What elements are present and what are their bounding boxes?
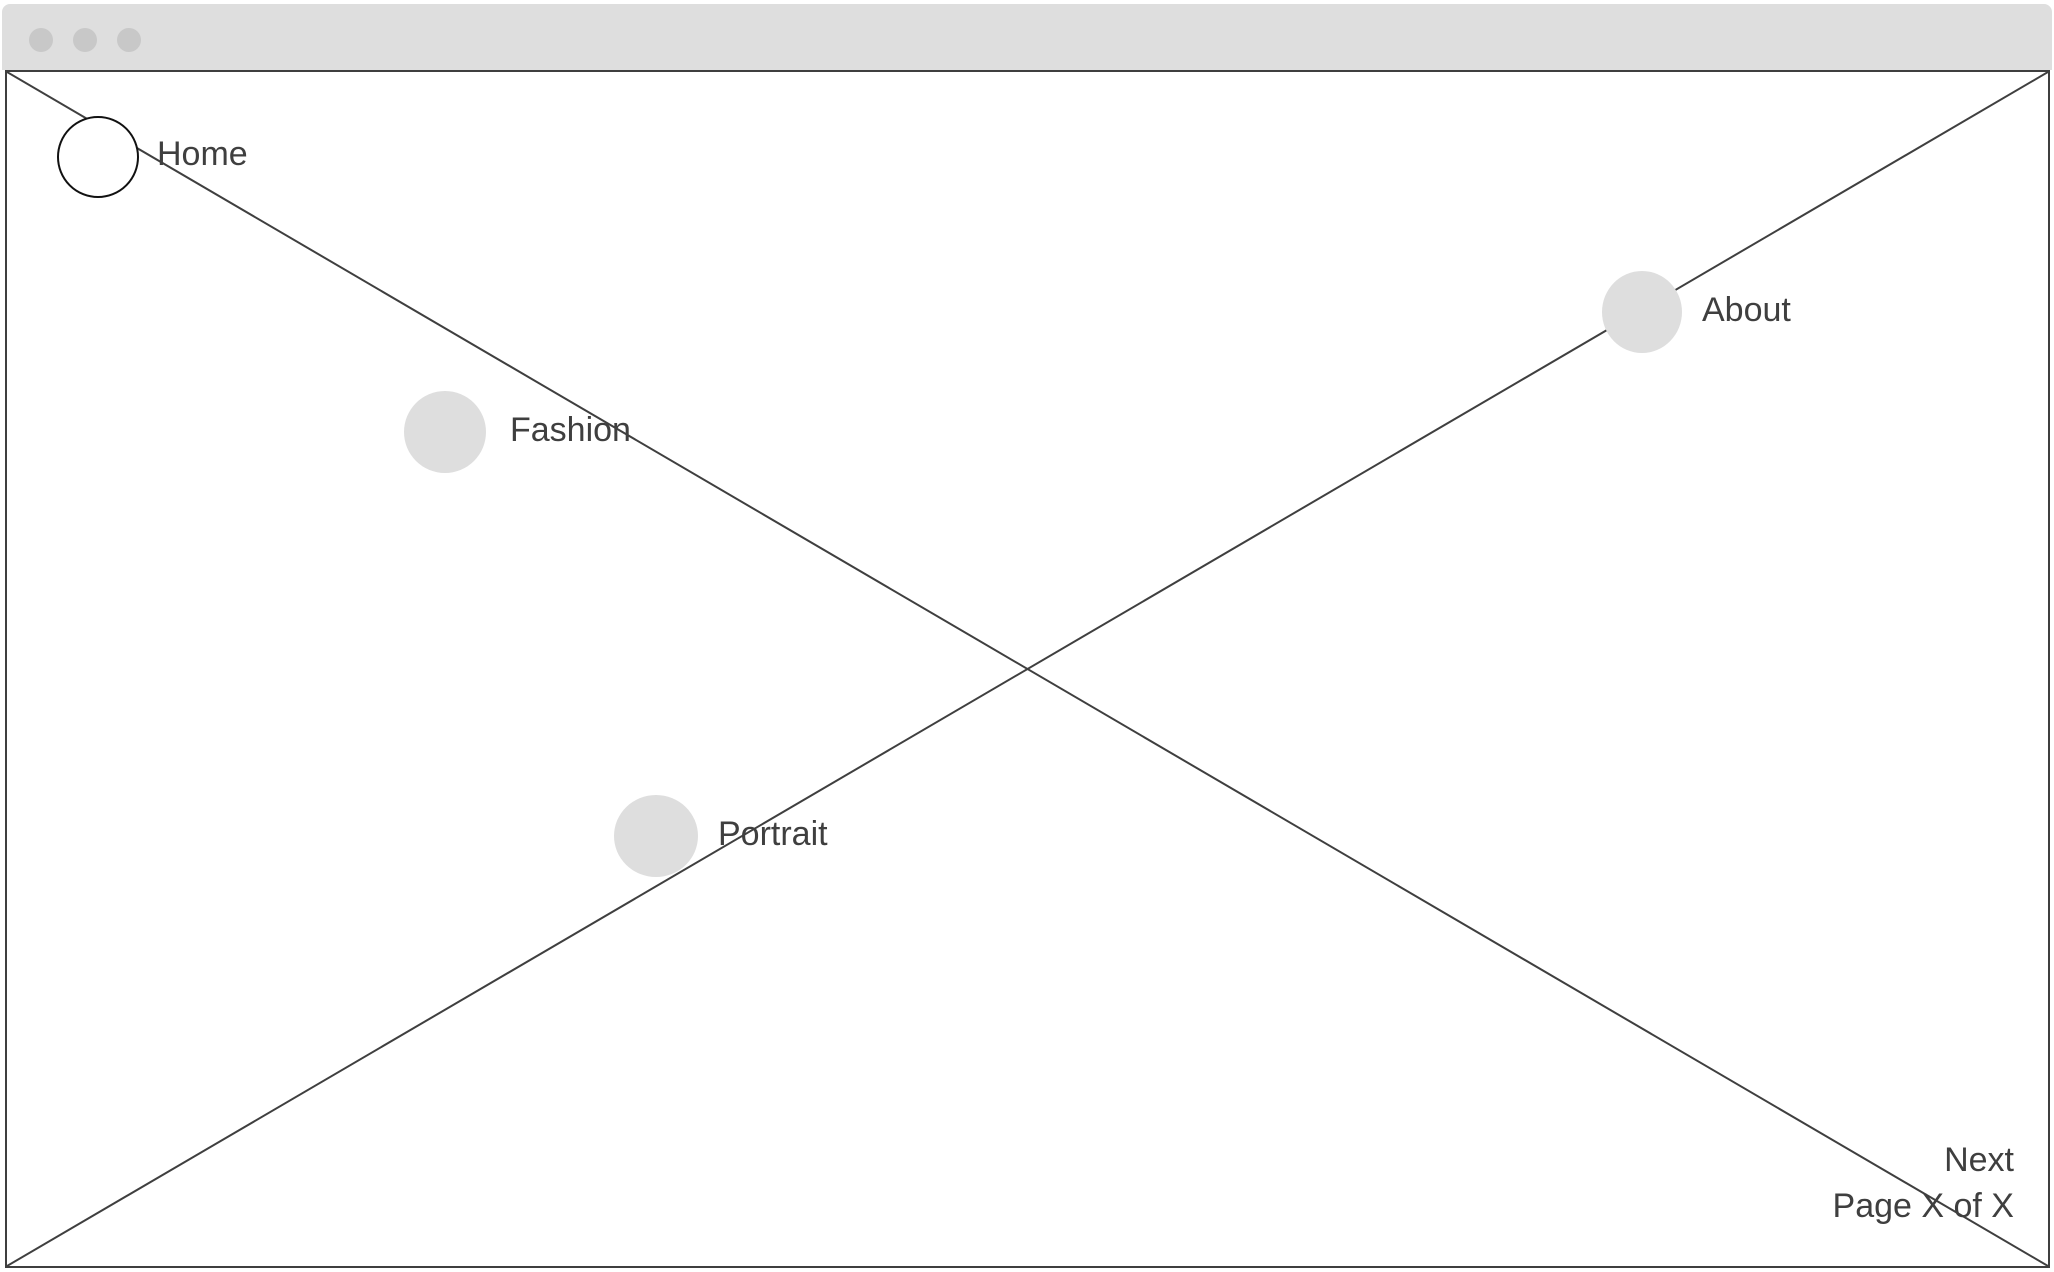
nav-about-circle[interactable]	[1602, 271, 1682, 353]
image-placeholder-canvas: Home About Fashion Portrait Next Page X …	[5, 70, 2050, 1268]
page-indicator: Page X of X	[1832, 1187, 2014, 1225]
nav-portrait-circle[interactable]	[614, 795, 698, 877]
window-titlebar	[2, 4, 2052, 70]
nav-fashion-circle[interactable]	[404, 391, 486, 473]
next-page-link[interactable]: Next	[1944, 1143, 2014, 1177]
window-close-button[interactable]	[29, 28, 53, 52]
window-maximize-button[interactable]	[117, 28, 141, 52]
window-minimize-button[interactable]	[73, 28, 97, 52]
nav-home-label[interactable]: Home	[157, 137, 248, 171]
nav-about-label[interactable]: About	[1702, 293, 1791, 327]
browser-window: Home About Fashion Portrait Next Page X …	[0, 0, 2054, 1272]
placeholder-cross-icon	[7, 72, 2048, 1266]
nav-portrait-label[interactable]: Portrait	[718, 817, 828, 851]
nav-fashion-label[interactable]: Fashion	[510, 413, 631, 447]
nav-home-circle[interactable]	[57, 116, 139, 198]
